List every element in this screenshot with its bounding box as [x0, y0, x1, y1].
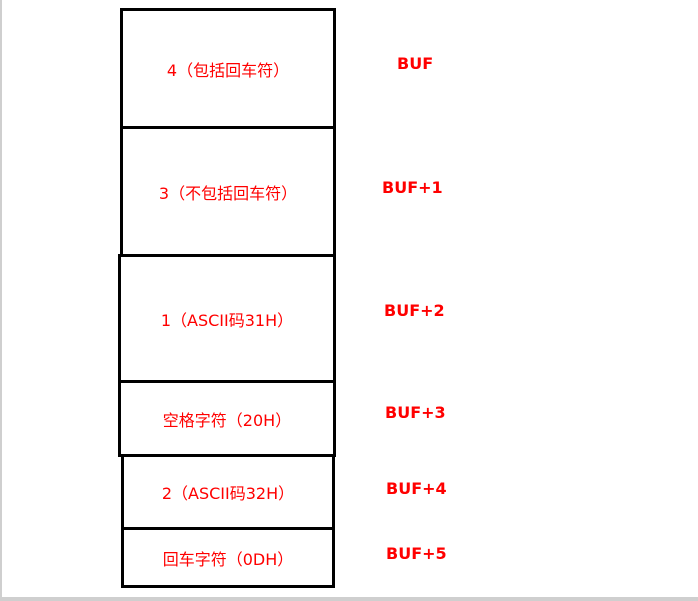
- buffer-cell-label: 回车字符（0DH）: [162, 549, 294, 569]
- buffer-cell-label: 1（ASCII码31H）: [160, 310, 294, 330]
- buffer-cell-1: 3（不包括回车符）: [120, 126, 336, 257]
- buffer-address-label: BUF+5: [386, 544, 447, 563]
- buffer-address-label: BUF: [397, 54, 434, 73]
- bottom-edge: [0, 597, 698, 601]
- buffer-cell-3: 空格字符（20H）: [118, 380, 336, 457]
- buffer-cell-0: 4（包括回车符）: [120, 8, 336, 129]
- buffer-address-label: BUF+4: [386, 479, 447, 498]
- buffer-address-label: BUF+3: [385, 403, 446, 422]
- buffer-cell-label: 4（包括回车符）: [166, 60, 290, 80]
- buffer-cell-2: 1（ASCII码31H）: [118, 254, 336, 383]
- buffer-cell-label: 空格字符（20H）: [162, 410, 292, 430]
- buffer-cell-5: 回车字符（0DH）: [121, 527, 335, 588]
- buffer-address-label: BUF+1: [382, 178, 443, 197]
- buffer-cell-label: 3（不包括回车符）: [158, 183, 298, 203]
- left-edge: [0, 0, 2, 601]
- buffer-cell-label: 2（ASCII码32H）: [161, 484, 295, 503]
- buffer-address-label: BUF+2: [384, 301, 445, 320]
- buffer-cell-4: 2（ASCII码32H）: [121, 454, 335, 530]
